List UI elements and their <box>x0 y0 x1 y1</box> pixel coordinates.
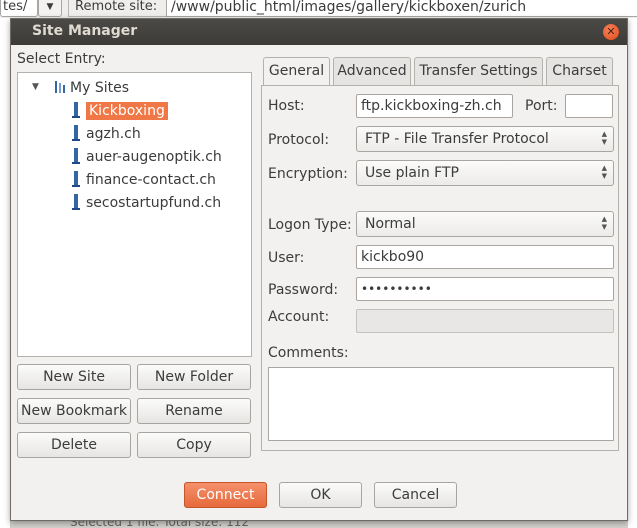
account-input <box>356 309 614 333</box>
new-bookmark-button[interactable]: New Bookmark <box>17 398 131 424</box>
user-label: User: <box>268 250 305 266</box>
tree-site-label: secostartupfund.ch <box>86 195 222 211</box>
close-icon[interactable]: ✕ <box>603 24 619 40</box>
combo-arrows-icon: ▲ ▼ <box>601 130 607 146</box>
tab-advanced[interactable]: Advanced <box>333 57 411 85</box>
tree-site-label: finance-contact.ch <box>86 172 216 188</box>
remote-site-label: Remote site: <box>68 0 170 17</box>
server-icon <box>70 148 82 164</box>
tree-site-label: auer-augenoptik.ch <box>86 149 222 165</box>
password-label: Password: <box>268 282 339 298</box>
rename-button[interactable]: Rename <box>137 398 251 424</box>
site-manager-dialog: Site Manager ✕ Select Entry: ▼ My Sites … <box>10 18 628 521</box>
copy-button[interactable]: Copy <box>137 432 251 458</box>
port-label: Port: <box>525 98 558 114</box>
expand-triangle-icon[interactable]: ▼ <box>32 82 39 92</box>
port-input[interactable] <box>565 94 613 118</box>
tree-site-label: agzh.ch <box>86 126 141 142</box>
tree-site-item[interactable]: secostartupfund.ch <box>70 193 221 213</box>
logon-type-label: Logon Type: <box>268 217 352 233</box>
connect-button[interactable]: Connect <box>184 482 267 508</box>
combo-arrows-icon: ▲ ▼ <box>601 164 607 180</box>
sites-folder-icon <box>54 80 66 94</box>
dialog-titlebar[interactable]: Site Manager ✕ <box>11 19 627 45</box>
server-icon <box>70 102 82 118</box>
user-input[interactable]: kickbo90 <box>356 245 614 269</box>
logon-type-value: Normal <box>365 216 416 232</box>
background-toolbar: tes/ ▼ Remote site: /www/public_html/ima… <box>0 0 637 19</box>
host-label: Host: <box>268 98 305 114</box>
server-icon <box>70 125 82 141</box>
host-input[interactable]: ftp.kickboxing-zh.ch <box>356 94 513 118</box>
encryption-value: Use plain FTP <box>365 165 459 181</box>
protocol-value: FTP - File Transfer Protocol <box>365 131 549 147</box>
local-path-field[interactable]: tes/ <box>0 0 38 17</box>
cancel-button[interactable]: Cancel <box>374 482 457 508</box>
tree-site-item[interactable]: Kickboxing <box>70 101 168 121</box>
tab-general[interactable]: General <box>263 57 330 87</box>
password-input[interactable]: •••••••••• <box>356 277 614 301</box>
logon-type-select[interactable]: Normal ▲ ▼ <box>356 211 614 237</box>
encryption-label: Encryption: <box>268 166 348 182</box>
comments-textarea[interactable] <box>268 367 614 441</box>
new-folder-button[interactable]: New Folder <box>137 364 251 390</box>
delete-button[interactable]: Delete <box>17 432 131 458</box>
tree-site-item[interactable]: finance-contact.ch <box>70 170 216 190</box>
protocol-label: Protocol: <box>268 132 330 148</box>
site-tree[interactable]: ▼ My Sites Kickboxing agzh.ch auer-augen… <box>17 72 252 357</box>
encryption-select[interactable]: Use plain FTP ▲ ▼ <box>356 160 614 186</box>
server-icon <box>70 194 82 210</box>
combo-arrows-icon: ▲ ▼ <box>601 215 607 231</box>
tree-root-my-sites[interactable]: My Sites <box>54 78 129 98</box>
tree-site-item[interactable]: agzh.ch <box>70 124 141 144</box>
account-label: Account: <box>268 309 330 325</box>
local-path-dropdown-button[interactable]: ▼ <box>38 0 62 17</box>
remote-path-field[interactable]: /www/public_html/images/gallery/kickboxe… <box>166 0 637 17</box>
tab-transfer-settings[interactable]: Transfer Settings <box>414 57 543 85</box>
ok-button[interactable]: OK <box>279 482 362 508</box>
tree-root-label: My Sites <box>70 80 129 96</box>
tree-site-item[interactable]: auer-augenoptik.ch <box>70 147 222 167</box>
tree-site-label: Kickboxing <box>86 102 168 120</box>
comments-label: Comments: <box>268 345 349 361</box>
background-right-pane <box>628 18 637 528</box>
dialog-title: Site Manager <box>32 23 138 39</box>
tab-charset[interactable]: Charset <box>546 57 613 85</box>
server-icon <box>70 171 82 187</box>
protocol-select[interactable]: FTP - File Transfer Protocol ▲ ▼ <box>356 126 614 152</box>
new-site-button[interactable]: New Site <box>17 364 131 390</box>
select-entry-label: Select Entry: <box>17 51 106 67</box>
